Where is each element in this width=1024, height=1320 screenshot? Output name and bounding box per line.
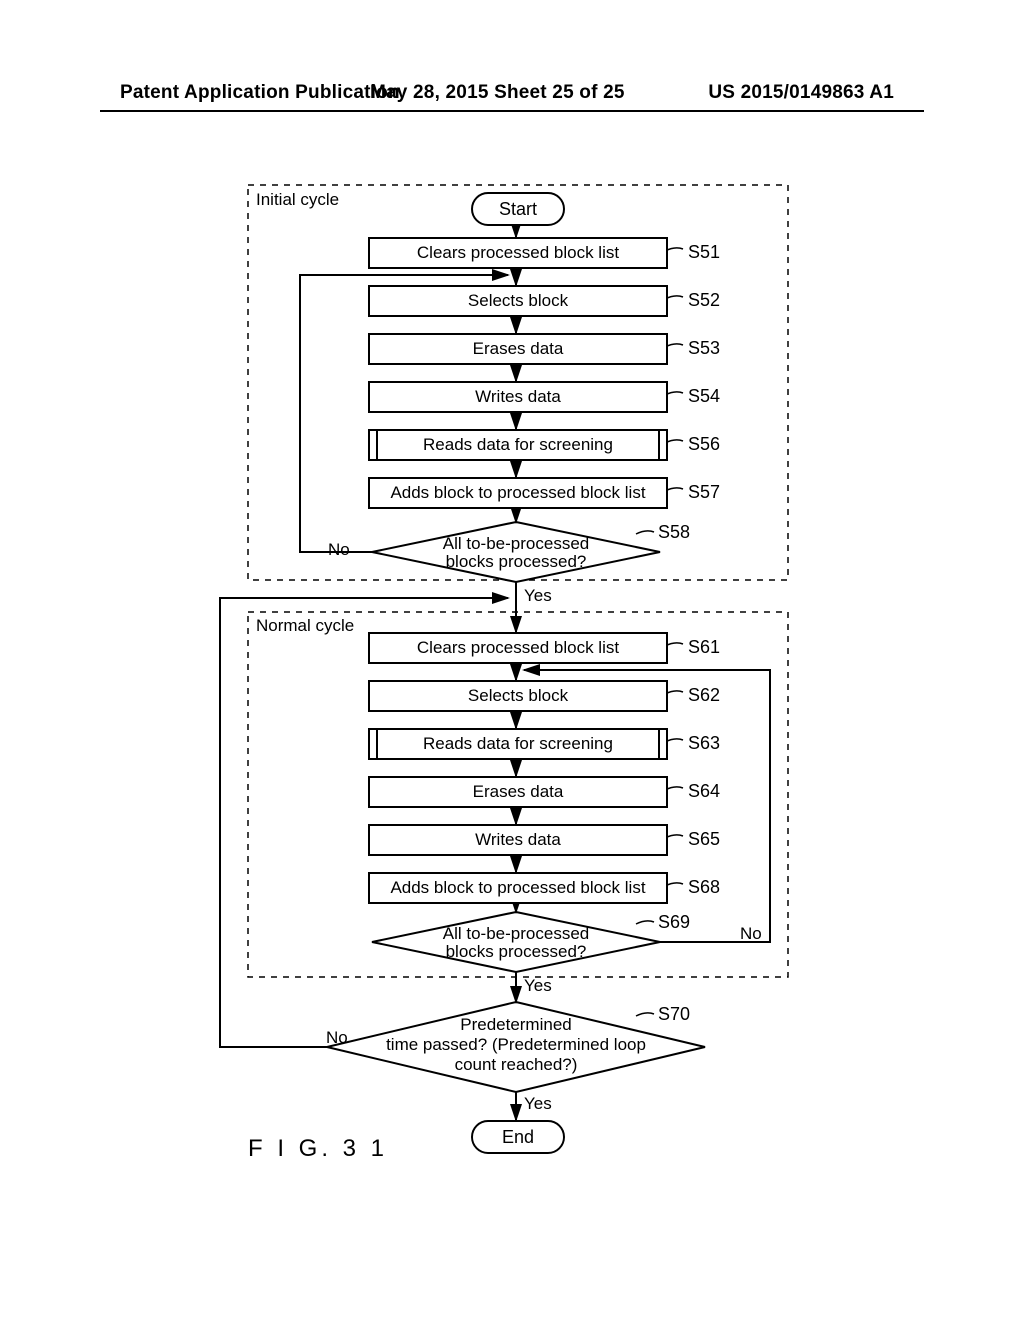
- end-terminal: End: [471, 1120, 565, 1154]
- label-s65: S65: [688, 829, 720, 850]
- label-s57: S57: [688, 482, 720, 503]
- s69-line1: All to-be-processed: [443, 924, 589, 943]
- label-s54: S54: [688, 386, 720, 407]
- label-s51: S51: [688, 242, 720, 263]
- s69-line2: blocks processed?: [446, 942, 587, 961]
- s70-line1: Predetermined: [460, 1015, 572, 1034]
- s58-line1: All to-be-processed: [443, 534, 589, 553]
- s69-no: No: [740, 924, 762, 944]
- s70-no: No: [326, 1028, 348, 1048]
- s61-process: Clears processed block list: [368, 632, 668, 664]
- initial-cycle-label: Initial cycle: [256, 190, 339, 210]
- label-s69: S69: [658, 912, 690, 933]
- label-s64: S64: [688, 781, 720, 802]
- label-s56: S56: [688, 434, 720, 455]
- s70-yes: Yes: [524, 1094, 552, 1114]
- normal-cycle-label: Normal cycle: [256, 616, 354, 636]
- s54-process: Writes data: [368, 381, 668, 413]
- s58-line2: blocks processed?: [446, 552, 587, 571]
- s57-process: Adds block to processed block list: [368, 477, 668, 509]
- label-s52: S52: [688, 290, 720, 311]
- figure-label: F I G. 3 1: [248, 1135, 388, 1163]
- s58-no: No: [328, 540, 350, 560]
- label-s53: S53: [688, 338, 720, 359]
- s69-yes: Yes: [524, 976, 552, 996]
- s62-process: Selects block: [368, 680, 668, 712]
- label-s61: S61: [688, 637, 720, 658]
- s64-process: Erases data: [368, 776, 668, 808]
- label-s58: S58: [658, 522, 690, 543]
- s58-yes: Yes: [524, 586, 552, 606]
- label-s63: S63: [688, 733, 720, 754]
- label-s68: S68: [688, 877, 720, 898]
- label-s62: S62: [688, 685, 720, 706]
- s52-process: Selects block: [368, 285, 668, 317]
- label-s70: S70: [658, 1004, 690, 1025]
- s56-process: Reads data for screening: [368, 429, 668, 461]
- s65-process: Writes data: [368, 824, 668, 856]
- s63-process: Reads data for screening: [368, 728, 668, 760]
- s70-line3: count reached?): [455, 1055, 578, 1074]
- s51-process: Clears processed block list: [368, 237, 668, 269]
- s68-process: Adds block to processed block list: [368, 872, 668, 904]
- s70-line2: time passed? (Predetermined loop: [386, 1035, 646, 1054]
- s53-process: Erases data: [368, 333, 668, 365]
- start-terminal: Start: [471, 192, 565, 226]
- page: Patent Application Publication May 28, 2…: [0, 0, 1024, 1320]
